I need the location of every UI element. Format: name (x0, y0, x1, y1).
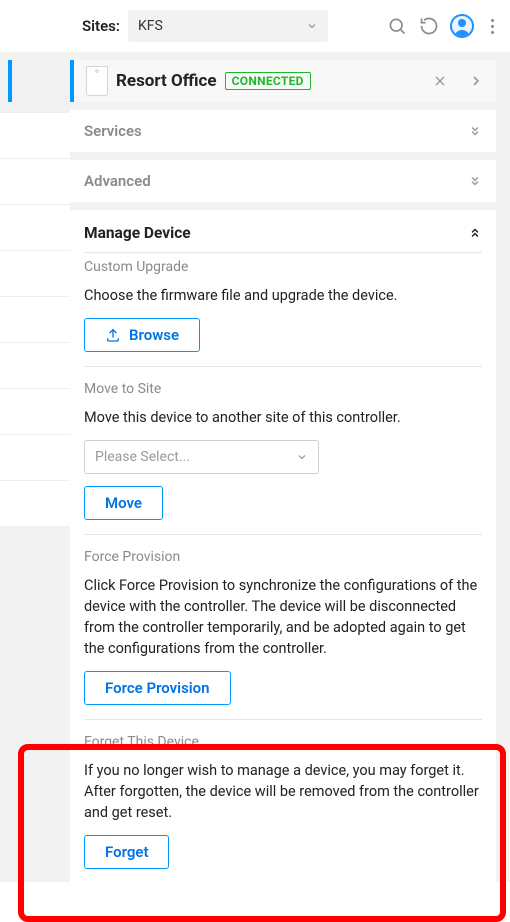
topbar: Sites: KFS (0, 0, 510, 52)
device-name: Resort Office (116, 71, 217, 91)
move-button[interactable]: Move (84, 486, 163, 520)
site-selected-value: KFS (138, 18, 163, 34)
forget-button[interactable]: Forget (84, 835, 169, 869)
active-indicator (8, 60, 12, 102)
main-area: Resort Office CONNECTED Services Advance… (0, 52, 510, 882)
move-to-site-title: Move to Site (84, 381, 482, 397)
close-icon[interactable] (432, 73, 448, 89)
force-provision-block: Force Provision Click Force Provision to… (84, 534, 482, 705)
site-selector[interactable]: KFS (128, 10, 328, 42)
search-icon[interactable] (386, 15, 408, 37)
forget-button-label: Forget (105, 843, 148, 861)
device-header: Resort Office CONNECTED (70, 60, 496, 102)
more-menu-icon[interactable] (484, 19, 500, 34)
device-panel: Resort Office CONNECTED Services Advance… (70, 60, 496, 882)
site-select-placeholder: Please Select... (95, 449, 190, 465)
connection-status-badge: CONNECTED (225, 72, 311, 90)
services-section[interactable]: Services (70, 110, 496, 152)
browse-button[interactable]: Browse (84, 318, 200, 352)
force-provision-text: Click Force Provision to synchronize the… (84, 575, 482, 659)
site-select-dropdown[interactable]: Please Select... (84, 440, 319, 474)
device-thumbnail (86, 66, 108, 96)
expand-icon (468, 124, 482, 138)
chevron-down-icon (296, 451, 308, 463)
manage-device-section: Manage Device Custom Upgrade Choose the … (70, 210, 496, 883)
force-provision-title: Force Provision (84, 549, 482, 565)
forget-text: If you no longer wish to manage a device… (84, 760, 482, 823)
sites-label: Sites: (82, 17, 120, 35)
background-list (0, 112, 70, 526)
custom-upgrade-block: Custom Upgrade Choose the firmware file … (84, 259, 482, 352)
forget-device-block: Forget This Device If you no longer wish… (84, 719, 482, 869)
move-to-site-block: Move to Site Move this device to another… (84, 366, 482, 520)
topbar-actions (386, 14, 500, 38)
custom-upgrade-title: Custom Upgrade (84, 259, 482, 275)
advanced-title: Advanced (84, 172, 151, 190)
chevron-down-icon (306, 20, 318, 32)
refresh-icon[interactable] (418, 15, 440, 37)
upload-icon (105, 327, 121, 343)
forget-title: Forget This Device (84, 734, 482, 750)
manage-device-header[interactable]: Manage Device (70, 210, 496, 252)
force-provision-button-label: Force Provision (105, 679, 210, 697)
custom-upgrade-text: Choose the firmware file and upgrade the… (84, 285, 482, 306)
collapse-icon (468, 226, 482, 240)
services-title: Services (84, 122, 142, 140)
move-to-site-text: Move this device to another site of this… (84, 407, 482, 428)
manage-title: Manage Device (84, 224, 191, 242)
advanced-section[interactable]: Advanced (70, 160, 496, 202)
avatar[interactable] (450, 14, 474, 38)
browse-button-label: Browse (129, 326, 179, 344)
move-button-label: Move (105, 494, 142, 512)
force-provision-button[interactable]: Force Provision (84, 671, 231, 705)
expand-icon (468, 174, 482, 188)
chevron-right-icon[interactable] (468, 73, 484, 89)
